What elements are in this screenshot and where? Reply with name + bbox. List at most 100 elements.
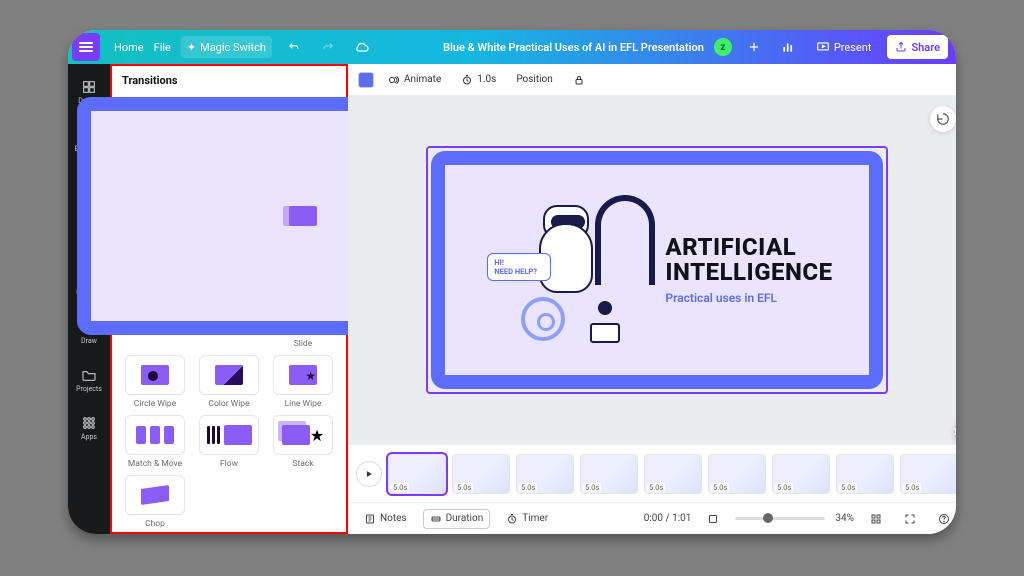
slide-duration: 5.0s — [391, 483, 409, 492]
magic-fab[interactable] — [954, 416, 956, 446]
transition-label: Line Wipe — [285, 399, 322, 409]
playback-time: 0:00 / 1:01 — [644, 513, 692, 524]
editor-main: Animate 1.0s Position — [348, 64, 956, 534]
slide-duration: 5.0s — [903, 483, 921, 492]
reset-fab[interactable] — [930, 106, 956, 132]
present-label: Present — [834, 41, 872, 54]
document-title[interactable]: Blue & White Practical Uses of AI in EFL… — [443, 41, 704, 54]
canvas[interactable]: HI! NEED HELP? ARTIFICIAL INTELLIGENCE — [348, 96, 956, 444]
slide-strip: 5.0s 5.0s 5.0s 5.0s 5.0s 5.0s 5.0s 5.0s 5.0s — [348, 444, 956, 502]
magic-switch-label: Magic Switch — [200, 41, 266, 54]
slide-thumb-3[interactable]: 5.0s — [516, 454, 574, 494]
color-swatch[interactable] — [358, 72, 374, 88]
add-collaborator-button[interactable] — [742, 35, 766, 59]
timing-button[interactable]: 1.0s — [455, 71, 502, 89]
slide-thumb-5[interactable]: 5.0s — [644, 454, 702, 494]
contextual-toolbar: Animate 1.0s Position — [348, 64, 956, 96]
transition-thumb: ★ — [273, 355, 333, 395]
transition-label: Color Wipe — [208, 399, 249, 409]
position-button[interactable]: Position — [510, 71, 558, 88]
duration-button[interactable]: Duration — [423, 509, 491, 529]
transition-thumb — [125, 415, 185, 455]
analytics-button[interactable] — [776, 35, 800, 59]
transition-match[interactable]: Match & Move — [122, 415, 188, 469]
slide-thumb-9[interactable]: 5.0s — [900, 454, 956, 494]
slide-thumb-6[interactable]: 5.0s — [708, 454, 766, 494]
pages-button[interactable] — [701, 510, 725, 528]
nav-apps[interactable]: Apps — [68, 406, 110, 450]
duration-label: Duration — [446, 513, 484, 524]
animate-button[interactable]: Animate — [382, 71, 447, 89]
slide-duration: 5.0s — [455, 483, 473, 492]
slide-duration: 5.0s — [583, 483, 601, 492]
sparkle-icon: ✦ — [187, 41, 196, 54]
transition-chop[interactable]: Chop — [122, 475, 188, 529]
magic-switch-button[interactable]: ✦ Magic Switch — [181, 36, 272, 58]
transition-linewipe[interactable]: ★ Line Wipe — [270, 355, 336, 409]
share-button[interactable]: Share — [887, 35, 948, 59]
hamburger-menu[interactable] — [72, 33, 100, 61]
slide-thumb-1[interactable]: 5.0s — [388, 454, 446, 494]
transitions-grid: NoneDissolve›SlideCircle WipeColor Wipe★… — [112, 93, 346, 534]
transition-thumb: ★ — [273, 415, 333, 455]
transition-label: Slide — [294, 339, 312, 349]
nav-file[interactable]: File — [154, 41, 171, 54]
transition-colorwipe[interactable]: Color Wipe — [196, 355, 262, 409]
nav-projects-label: Projects — [76, 385, 102, 393]
transition-flow[interactable]: Flow — [196, 415, 262, 469]
zoom-slider[interactable] — [735, 517, 825, 520]
bottom-bar: Notes Duration Timer 0:00 / 1:01 34% — [348, 502, 956, 534]
transition-label: Match & Move — [128, 459, 182, 469]
timing-label: 1.0s — [477, 74, 496, 85]
gear-graphic — [521, 297, 565, 341]
transition-slide[interactable]: ›Slide — [270, 97, 336, 349]
slide-thumb-8[interactable]: 5.0s — [836, 454, 894, 494]
workspace: Design Elements Text Brand Uploads Draw — [68, 64, 956, 534]
grid-view-button[interactable] — [864, 510, 888, 528]
slide-duration: 5.0s — [647, 483, 665, 492]
transition-circlewipe[interactable]: Circle Wipe — [122, 355, 188, 409]
transition-thumb — [199, 355, 259, 395]
user-avatar[interactable]: z — [714, 38, 732, 56]
topbar: Home File ✦ Magic Switch Blue & White Pr… — [68, 30, 956, 64]
page-selection[interactable]: HI! NEED HELP? ARTIFICIAL INTELLIGENCE — [426, 146, 888, 394]
nav-apps-label: Apps — [81, 433, 97, 441]
timer-button[interactable]: Timer — [500, 510, 554, 528]
transitions-title: Transitions — [112, 66, 346, 93]
slide-illustration: HI! NEED HELP? — [481, 185, 651, 355]
transition-thumb — [199, 415, 259, 455]
slide-thumb-7[interactable]: 5.0s — [772, 454, 830, 494]
play-button[interactable] — [356, 461, 382, 487]
slide-duration: 5.0s — [519, 483, 537, 492]
cloud-sync-icon[interactable] — [350, 35, 374, 59]
headset-graphic — [595, 195, 655, 285]
subheading: Practical uses in EFL — [665, 291, 832, 305]
speech-bubble: HI! NEED HELP? — [487, 253, 551, 281]
slide-duration: 5.0s — [839, 483, 857, 492]
slide-duration: 5.0s — [711, 483, 729, 492]
notes-button[interactable]: Notes — [358, 510, 413, 528]
heading-line2: INTELLIGENCE — [665, 258, 832, 286]
slide-page[interactable]: HI! NEED HELP? ARTIFICIAL INTELLIGENCE — [431, 151, 883, 389]
undo-button[interactable] — [282, 35, 306, 59]
slide-thumb-4[interactable]: 5.0s — [580, 454, 638, 494]
nav-projects[interactable]: Projects — [68, 358, 110, 402]
present-button[interactable]: Present — [810, 35, 878, 59]
help-button[interactable] — [932, 510, 956, 528]
nav-home[interactable]: Home — [114, 41, 144, 54]
redo-button[interactable] — [316, 35, 340, 59]
position-label: Position — [516, 74, 552, 85]
lock-button[interactable] — [567, 71, 591, 89]
slide-thumb-2[interactable]: 5.0s — [452, 454, 510, 494]
zoom-value: 34% — [835, 513, 854, 524]
person-graphic — [577, 301, 633, 349]
nav-draw-label: Draw — [81, 337, 97, 345]
transition-stack[interactable]: ★Stack — [270, 415, 336, 469]
slide-text[interactable]: ARTIFICIAL INTELLIGENCE Practical uses i… — [665, 235, 832, 305]
fullscreen-button[interactable] — [898, 510, 922, 528]
transitions-panel: Transitions NoneDissolve›SlideCircle Wip… — [110, 64, 348, 534]
notes-label: Notes — [380, 513, 407, 524]
app-window: Home File ✦ Magic Switch Blue & White Pr… — [68, 30, 956, 534]
timer-label: Timer — [522, 513, 548, 524]
transition-thumb — [125, 475, 185, 515]
